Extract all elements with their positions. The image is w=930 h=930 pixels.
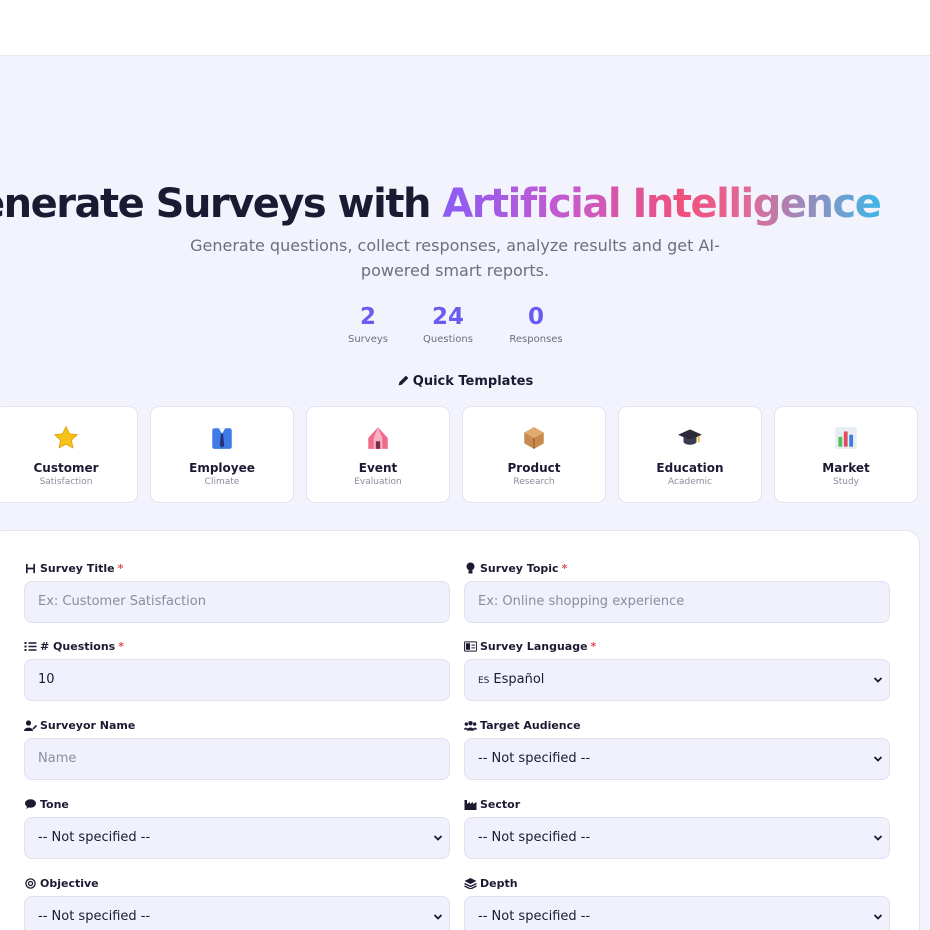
hero-title: enerate Surveys with Artificial Intellig… — [0, 181, 882, 227]
template-card-customer[interactable]: Customer Satisfaction — [0, 406, 138, 503]
package-icon — [524, 427, 544, 449]
objective-label: Objective — [24, 876, 99, 892]
survey-topic-input[interactable]: Ex: Online shopping experience — [464, 581, 890, 623]
numbered-list-icon — [24, 642, 37, 651]
survey-title-label: Survey Title * — [24, 561, 123, 577]
hero-section: enerate Surveys with Artificial Intellig… — [0, 56, 930, 930]
stats-row: 2 Surveys 24 Questions 0 Responses — [0, 302, 930, 352]
top-navbar — [0, 0, 930, 56]
language-badge: ES — [478, 676, 490, 686]
language-label: Survey Language * — [464, 639, 596, 655]
survey-form: Survey Title * Ex: Customer Satisfaction … — [0, 530, 920, 930]
surveyor-label: Surveyor Name — [24, 718, 135, 734]
surveyor-name-input[interactable]: Name — [24, 738, 450, 780]
industry-icon — [464, 800, 477, 810]
target-audience-select[interactable]: -- Not specified -- — [464, 738, 890, 780]
user-edit-icon — [24, 720, 37, 731]
audience-label: Target Audience — [464, 718, 581, 734]
sector-select[interactable]: -- Not specified -- — [464, 817, 890, 859]
chevron-down-icon — [873, 914, 883, 920]
language-select[interactable]: ES Español — [464, 659, 890, 701]
questions-label: # Questions * — [24, 639, 124, 655]
pencil-icon — [398, 375, 409, 386]
tone-label: Tone — [24, 797, 69, 813]
graduation-cap-icon — [678, 429, 702, 445]
template-card-event[interactable]: Event Evaluation — [306, 406, 450, 503]
questions-input[interactable]: 10 — [24, 659, 450, 701]
chevron-down-icon — [873, 756, 883, 762]
depth-select[interactable]: -- Not specified -- — [464, 896, 890, 930]
template-card-employee[interactable]: Employee Climate — [150, 406, 294, 503]
survey-topic-label: Survey Topic * — [464, 561, 567, 577]
layers-icon — [464, 878, 477, 889]
chevron-down-icon — [873, 677, 883, 683]
hero-title-accent: Artificial Intelligence — [442, 181, 882, 227]
survey-title-input[interactable]: Ex: Customer Satisfaction — [24, 581, 450, 623]
depth-label: Depth — [464, 876, 518, 892]
stat-responses: 0 Responses — [509, 304, 563, 345]
bar-chart-icon — [835, 427, 857, 449]
objective-select[interactable]: -- Not specified -- — [24, 896, 450, 930]
template-card-product[interactable]: Product Research — [462, 406, 606, 503]
comment-icon — [25, 799, 36, 809]
tone-select[interactable]: -- Not specified -- — [24, 817, 450, 859]
employee-icon — [212, 428, 232, 449]
lightbulb-icon — [466, 562, 475, 574]
chevron-down-icon — [433, 835, 443, 841]
quick-templates-heading: Quick Templates — [0, 374, 930, 389]
stat-questions: 24 Questions — [423, 304, 473, 345]
hero-subtitle: Generate questions, collect responses, a… — [190, 236, 720, 280]
users-icon — [464, 720, 477, 731]
template-card-education[interactable]: Education Academic — [618, 406, 762, 503]
chevron-down-icon — [433, 914, 443, 920]
template-card-market[interactable]: Market Study — [774, 406, 918, 503]
circus-tent-icon — [368, 427, 388, 449]
target-icon — [25, 878, 36, 889]
chevron-down-icon — [873, 835, 883, 841]
heading-icon — [26, 563, 35, 574]
star-icon — [53, 425, 79, 449]
translate-icon — [464, 641, 477, 652]
sector-label: Sector — [464, 797, 520, 813]
stat-surveys: 2 Surveys — [348, 304, 388, 345]
